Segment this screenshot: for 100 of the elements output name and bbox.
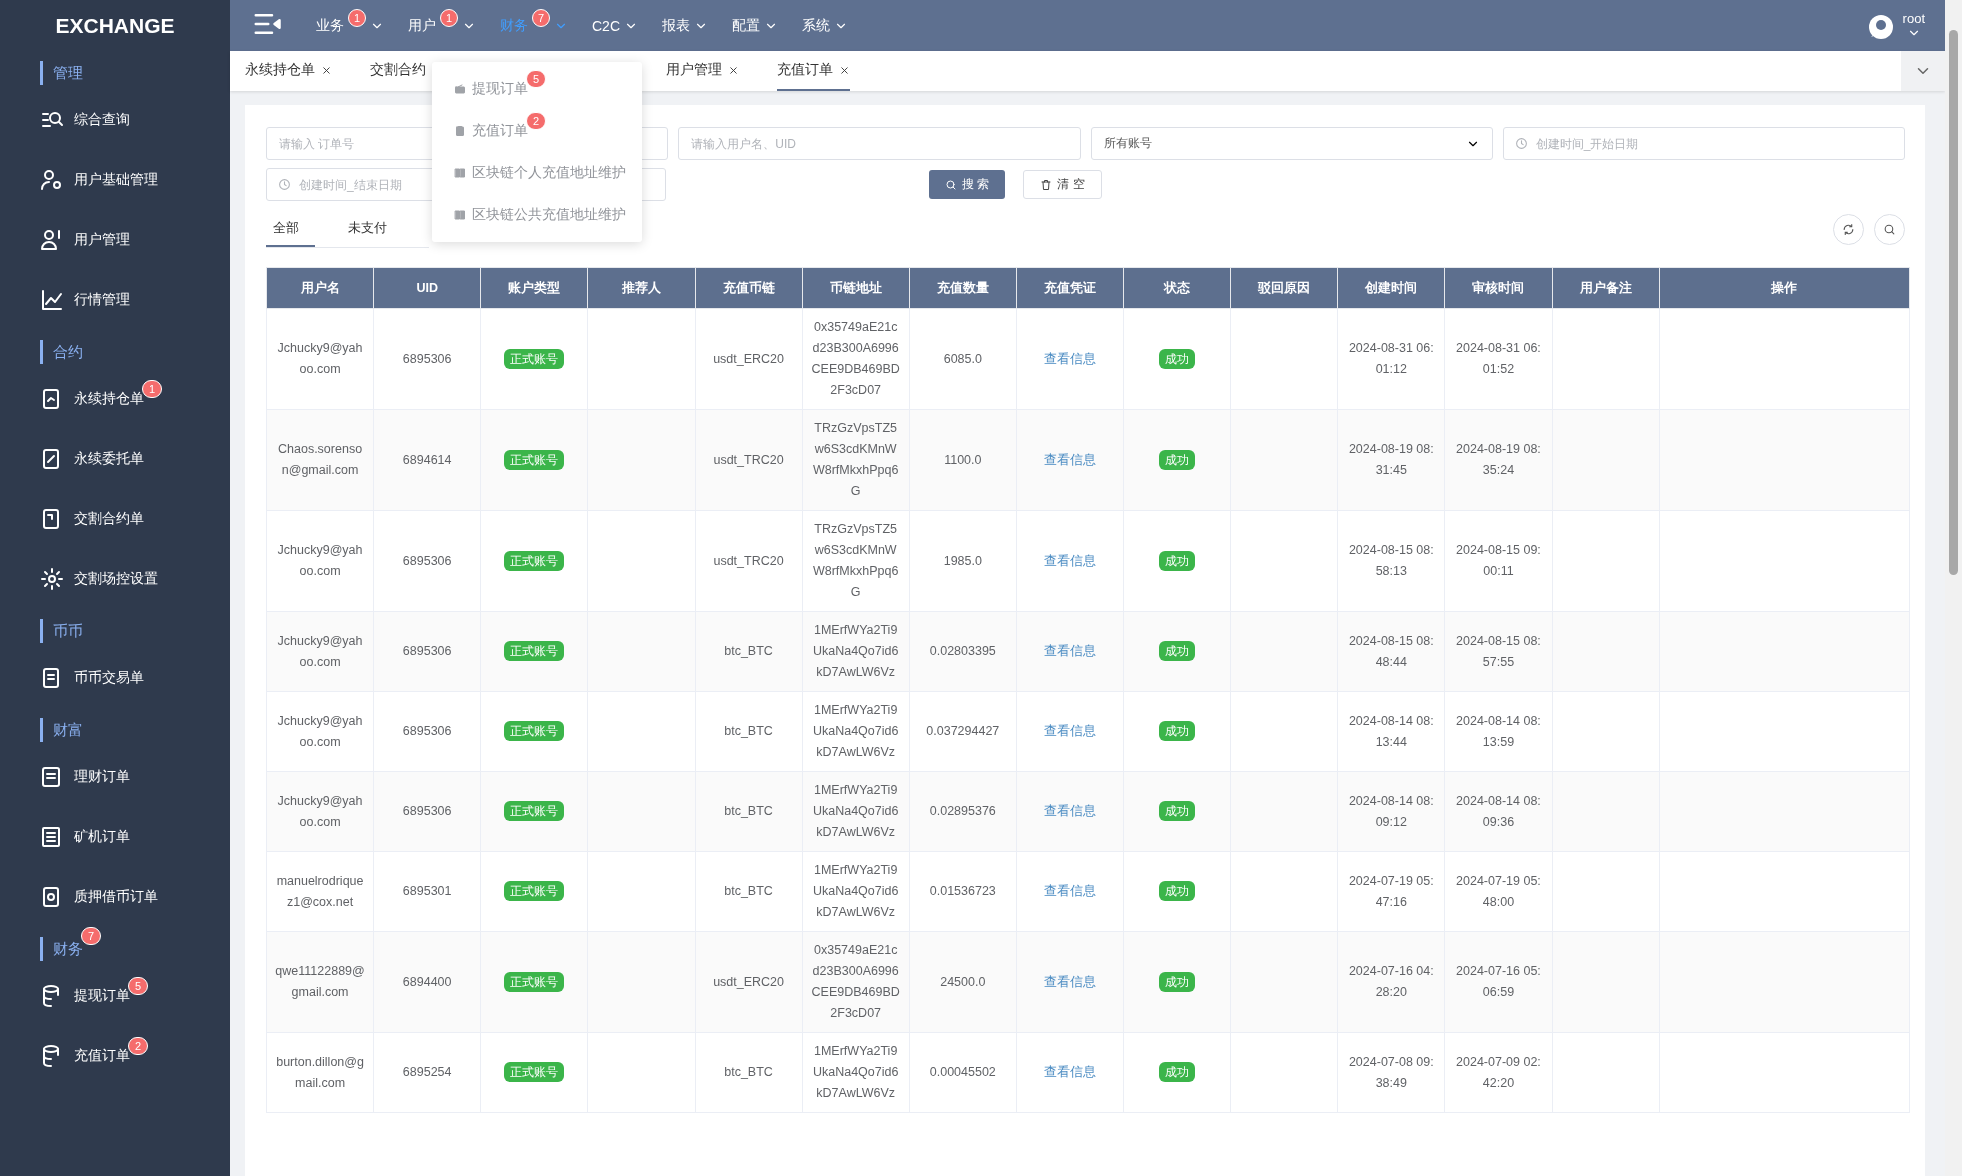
table-cell: 6895306 bbox=[373, 771, 481, 852]
table-cell: 24500.0 bbox=[909, 931, 1017, 1033]
sidebar-group-title: 财富 bbox=[40, 718, 83, 742]
sidebar-group-title: 合约 bbox=[40, 340, 83, 364]
table-cell: usdt_TRC20 bbox=[695, 510, 803, 612]
table-cell: 1985.0 bbox=[909, 510, 1017, 612]
table-cell: 6085.0 bbox=[909, 308, 1017, 410]
table-cell: 1MErfWYa2Ti9UkaNa4Qo7id6kD7AwLW6Vz bbox=[802, 851, 910, 932]
column-header: 币链地址 bbox=[802, 267, 910, 309]
column-header: 创建时间 bbox=[1337, 267, 1445, 309]
table-cell: btc_BTC bbox=[695, 691, 803, 772]
column-header: 操作 bbox=[1659, 267, 1910, 309]
count-badge: 5 bbox=[128, 977, 148, 995]
table-cell: manuelrodriquez1@cox.net bbox=[266, 851, 374, 932]
table-cell: Jchucky9@yahoo.com bbox=[266, 308, 374, 410]
table-cell: 6895306 bbox=[373, 611, 481, 692]
count-badge: 1 bbox=[142, 380, 162, 398]
account-type-tag: 正式账号 bbox=[504, 641, 565, 661]
account-type-tag: 正式账号 bbox=[504, 801, 565, 821]
table-cell: qwe11122889@gmail.com bbox=[266, 931, 374, 1033]
table-cell: Jchucky9@yahoo.com bbox=[266, 510, 374, 612]
account-type-tag: 正式账号 bbox=[504, 971, 565, 992]
account-type-tag: 正式账号 bbox=[504, 550, 565, 571]
table-cell: 0.02803395 bbox=[909, 611, 1017, 692]
account-type-tag: 正式账号 bbox=[504, 449, 565, 470]
table-cell: 6895254 bbox=[373, 1032, 481, 1113]
table-cell: Jchucky9@yahoo.com bbox=[266, 691, 374, 772]
status-tag: 成功 bbox=[1159, 1062, 1196, 1082]
table-cell: 2024-08-19 08:35:24 bbox=[1444, 409, 1552, 511]
table-cell: 2024-07-09 02:42:20 bbox=[1444, 1032, 1552, 1113]
status-tag: 成功 bbox=[1159, 881, 1196, 901]
column-header: UID bbox=[373, 267, 481, 309]
account-type-tag: 正式账号 bbox=[504, 1062, 565, 1082]
table-cell: 2024-07-08 09:38:49 bbox=[1337, 1032, 1445, 1113]
table-cell: TRzGzVpsTZ5w6S3cdKMnWW8rfMkxhPpq6G bbox=[802, 510, 910, 612]
table-cell: 1MErfWYa2Ti9UkaNa4Qo7id6kD7AwLW6Vz bbox=[802, 691, 910, 772]
table-cell: usdt_ERC20 bbox=[695, 308, 803, 410]
count-badge: 5 bbox=[526, 70, 546, 88]
table-cell: 2024-07-19 05:48:00 bbox=[1444, 851, 1552, 932]
table-cell: 2024-08-15 08:48:44 bbox=[1337, 611, 1445, 692]
table-cell: 2024-08-31 06:01:52 bbox=[1444, 308, 1552, 410]
count-badge: 2 bbox=[128, 1037, 148, 1055]
column-header: 充值凭证 bbox=[1016, 267, 1124, 309]
table-cell: 0x35749aE21cd23B300A6996CEE9DB469BD2F3cD07 bbox=[802, 931, 910, 1033]
column-header: 账户类型 bbox=[480, 267, 588, 309]
status-tag: 成功 bbox=[1159, 641, 1196, 661]
sidebar-group-title: 管理 bbox=[40, 61, 83, 85]
table-cell: 1MErfWYa2Ti9UkaNa4Qo7id6kD7AwLW6Vz bbox=[802, 611, 910, 692]
column-header: 用户备注 bbox=[1552, 267, 1660, 309]
column-header: 状态 bbox=[1123, 267, 1231, 309]
table-cell: 1100.0 bbox=[909, 409, 1017, 511]
table-cell: btc_BTC bbox=[695, 771, 803, 852]
table-cell: 2024-08-31 06:01:12 bbox=[1337, 308, 1445, 410]
sidebar-group-title: 币币 bbox=[40, 619, 83, 643]
column-header: 审核时间 bbox=[1444, 267, 1552, 309]
table-cell: 2024-08-15 09:00:11 bbox=[1444, 510, 1552, 612]
status-tag: 成功 bbox=[1159, 721, 1196, 741]
table-cell: 2024-08-14 08:13:44 bbox=[1337, 691, 1445, 772]
table-cell: burton.dillon@gmail.com bbox=[266, 1032, 374, 1113]
table-cell: usdt_ERC20 bbox=[695, 931, 803, 1033]
table-cell: 2024-08-19 08:31:45 bbox=[1337, 409, 1445, 511]
table-cell: btc_BTC bbox=[695, 611, 803, 692]
table-cell: 2024-08-14 08:09:36 bbox=[1444, 771, 1552, 852]
column-header: 驳回原因 bbox=[1230, 267, 1338, 309]
status-tag: 成功 bbox=[1159, 801, 1196, 821]
column-header: 推荐人 bbox=[587, 267, 695, 309]
status-tag: 成功 bbox=[1159, 550, 1196, 571]
table-cell: 6895306 bbox=[373, 510, 481, 612]
table-cell: Jchucky9@yahoo.com bbox=[266, 611, 374, 692]
table-cell: 2024-07-16 04:28:20 bbox=[1337, 931, 1445, 1033]
table-cell: 2024-08-15 08:57:55 bbox=[1444, 611, 1552, 692]
table-cell: 2024-07-19 05:47:16 bbox=[1337, 851, 1445, 932]
account-type-tag: 正式账号 bbox=[504, 881, 565, 901]
table-cell: 1MErfWYa2Ti9UkaNa4Qo7id6kD7AwLW6Vz bbox=[802, 771, 910, 852]
table-cell: 0x35749aE21cd23B300A6996CEE9DB469BD2F3cD07 bbox=[802, 308, 910, 410]
column-header: 充值币链 bbox=[695, 267, 803, 309]
status-tag: 成功 bbox=[1159, 348, 1196, 369]
table-cell: 0.01536723 bbox=[909, 851, 1017, 932]
table-cell: 6895306 bbox=[373, 308, 481, 410]
column-header: 用户名 bbox=[266, 267, 374, 309]
status-tag: 成功 bbox=[1159, 971, 1196, 992]
table-cell: 1MErfWYa2Ti9UkaNa4Qo7id6kD7AwLW6Vz bbox=[802, 1032, 910, 1113]
app-logo: EXCHANGE bbox=[54, 12, 176, 39]
table-cell: 6894614 bbox=[373, 409, 481, 511]
count-badge: 2 bbox=[526, 112, 546, 130]
table-cell: btc_BTC bbox=[695, 851, 803, 932]
table-cell: Jchucky9@yahoo.com bbox=[266, 771, 374, 852]
column-header: 充值数量 bbox=[909, 267, 1017, 309]
table-cell: usdt_TRC20 bbox=[695, 409, 803, 511]
table-cell: 6895306 bbox=[373, 691, 481, 772]
table-cell: 2024-08-14 08:13:59 bbox=[1444, 691, 1552, 772]
table-cell: Chaos.sorenson@gmail.com bbox=[266, 409, 374, 511]
table-cell: 2024-08-15 08:58:13 bbox=[1337, 510, 1445, 612]
table-cell: 0.037294427 bbox=[909, 691, 1017, 772]
count-badge: 7 bbox=[81, 927, 101, 945]
table-cell: 0.00045502 bbox=[909, 1032, 1017, 1113]
table-cell: TRzGzVpsTZ5w6S3cdKMnWW8rfMkxhPpq6G bbox=[802, 409, 910, 511]
table-cell: btc_BTC bbox=[695, 1032, 803, 1113]
table-cell: 6895301 bbox=[373, 851, 481, 932]
account-type-tag: 正式账号 bbox=[504, 721, 565, 741]
